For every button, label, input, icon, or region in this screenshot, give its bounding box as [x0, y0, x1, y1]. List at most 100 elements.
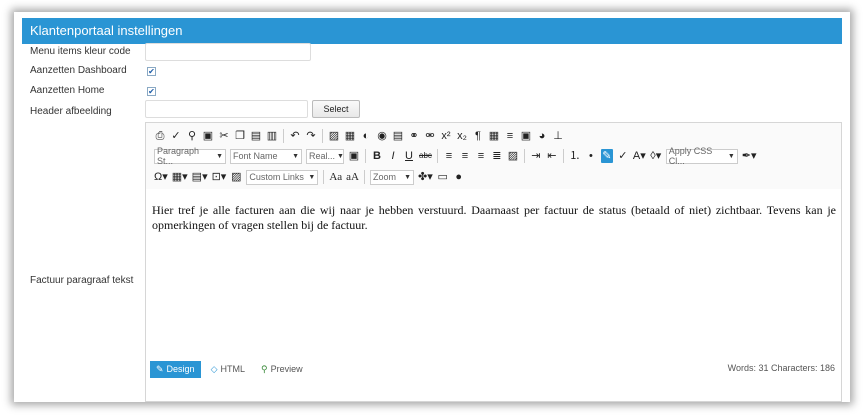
panel-title: Klantenportaal instellingen: [22, 18, 842, 44]
lowercase-icon[interactable]: Aa: [329, 170, 342, 184]
home-checkbox[interactable]: ✔: [147, 87, 156, 96]
font-color-icon[interactable]: A▾: [633, 149, 646, 163]
align-right-icon[interactable]: ≡: [475, 149, 487, 163]
apply-css-dropdown[interactable]: Apply CSS Cl... ▼: [665, 146, 738, 166]
header-image-input[interactable]: [145, 100, 308, 118]
tab-design[interactable]: ✎ Design: [150, 360, 201, 378]
insert-element-icon[interactable]: ⊡▾: [212, 170, 227, 184]
custom-links-value: Custom Links: [249, 172, 304, 182]
italic-icon[interactable]: I: [387, 149, 399, 163]
numbered-list-icon[interactable]: ⒈: [569, 149, 581, 163]
bullet-list-icon[interactable]: •: [585, 149, 597, 163]
date-icon[interactable]: ▦: [488, 129, 500, 143]
horizontal-rule-icon[interactable]: ≡: [504, 129, 516, 143]
unlink-icon[interactable]: ⚮: [424, 129, 436, 143]
separator: [562, 149, 564, 163]
template-icon[interactable]: ▤: [392, 129, 404, 143]
media-icon[interactable]: ◉: [376, 129, 388, 143]
flash-icon[interactable]: ◐: [360, 129, 372, 143]
image-icon[interactable]: ▨: [328, 129, 340, 143]
strikethrough-icon[interactable]: abc: [419, 149, 432, 163]
select-image-button[interactable]: Select: [312, 100, 360, 118]
uppercase-icon[interactable]: aA: [346, 170, 359, 184]
superscript-icon[interactable]: x²: [440, 129, 452, 143]
align-left-icon[interactable]: ≡: [443, 149, 455, 163]
format-image-icon[interactable]: ▣: [348, 149, 360, 163]
home-label: Aanzetten Home: [30, 85, 105, 96]
spellcheck-as-you-type-icon[interactable]: ✓: [617, 149, 629, 163]
paste-icon[interactable]: ▤: [250, 129, 262, 143]
format-painter-icon[interactable]: ✒▾: [742, 149, 757, 163]
toolbar-row-1: ⎙ ✓ ⚲ ▣ ✂ ❐ ▤ ▥ ↶ ↷ ▨ ▦ ◐ ◉ ▤ ⚭ ⚮ x² x₂ …: [154, 126, 564, 146]
spellcheck-icon[interactable]: ✓: [170, 129, 182, 143]
about-icon[interactable]: ●: [453, 170, 465, 184]
cut-icon[interactable]: ✂: [218, 129, 230, 143]
code-icon: ◇: [210, 363, 218, 374]
pencil-icon: ✎: [156, 363, 164, 374]
dashboard-checkbox[interactable]: ✔: [147, 67, 156, 76]
font-name-value: Font Name: [233, 151, 278, 161]
separator: [323, 170, 325, 184]
tab-html[interactable]: ◇ HTML: [205, 361, 251, 378]
document-icon[interactable]: ▦: [344, 129, 356, 143]
select-all-icon[interactable]: ▣: [202, 129, 214, 143]
invoice-text-label: Factuur paragraaf tekst: [30, 275, 134, 286]
table-icon[interactable]: ▦▾: [172, 170, 188, 184]
chevron-down-icon: ▼: [404, 173, 411, 181]
font-size-value: Real...: [309, 151, 336, 161]
word-count: Words: 31 Characters: 186: [727, 363, 835, 373]
table-properties-icon[interactable]: ▤▾: [192, 170, 208, 184]
outdent-icon[interactable]: ⇤: [546, 149, 558, 163]
chevron-down-icon: ▼: [337, 152, 344, 160]
form-icon[interactable]: ▣: [520, 129, 532, 143]
justify-none-icon[interactable]: ▨: [507, 149, 519, 163]
link-icon[interactable]: ⚭: [408, 129, 420, 143]
image-manager-icon[interactable]: ▨: [230, 170, 242, 184]
chevron-down-icon: ▼: [308, 173, 316, 181]
separator: [436, 149, 438, 163]
paragraph-style-dropdown[interactable]: Paragraph St... ▼: [154, 146, 226, 166]
paragraph-style-value: Paragraph St...: [157, 146, 200, 166]
custom-links-dropdown[interactable]: Custom Links ▼: [246, 169, 319, 185]
format-toggle-icon[interactable]: ✎: [600, 149, 613, 163]
indent-icon[interactable]: ⇥: [530, 149, 542, 163]
paragraph-icon[interactable]: ¶: [472, 129, 484, 143]
find-icon[interactable]: ⚲: [186, 129, 198, 143]
menu-color-input[interactable]: [145, 43, 311, 61]
globe-icon[interactable]: ◕: [536, 129, 548, 143]
clean-icon[interactable]: ⊥: [552, 129, 564, 143]
bold-icon[interactable]: B: [371, 149, 383, 163]
copy-icon[interactable]: ❐: [234, 129, 246, 143]
zoom-value: Zoom: [373, 172, 397, 182]
dashboard-label: Aanzetten Dashboard: [30, 65, 127, 76]
justify-icon[interactable]: ≣: [491, 149, 503, 163]
underline-icon[interactable]: U: [403, 149, 415, 163]
separator: [365, 149, 366, 163]
editor-toolbar: ⎙ ✓ ⚲ ▣ ✂ ❐ ▤ ▥ ↶ ↷ ▨ ▦ ◐ ◉ ▤ ⚭ ⚮ x² x₂ …: [146, 123, 841, 189]
undo-icon[interactable]: ↶: [289, 129, 301, 143]
font-name-dropdown[interactable]: Font Name ▼: [230, 148, 302, 164]
modules-icon[interactable]: ✤▾: [418, 170, 433, 184]
special-character-icon[interactable]: Ω▾: [154, 170, 168, 184]
chevron-down-icon: ▼: [292, 152, 299, 160]
align-center-icon[interactable]: ≡: [459, 149, 471, 163]
subscript-icon[interactable]: x₂: [456, 129, 468, 143]
tab-design-label: Design: [166, 364, 195, 374]
paste-special-icon[interactable]: ▥: [266, 129, 278, 143]
redo-icon[interactable]: ↷: [305, 129, 317, 143]
separator: [283, 129, 284, 143]
header-image-label: Header afbeelding: [30, 106, 112, 117]
editor-content[interactable]: Hier tref je alle facturen aan die wij n…: [152, 203, 836, 233]
editor-footer: ✎ Design ◇ HTML ⚲ Preview Words: 31 Charact…: [146, 359, 841, 379]
zoom-dropdown[interactable]: Zoom ▼: [370, 169, 414, 185]
chevron-down-icon: ▼: [216, 152, 223, 160]
print-icon[interactable]: ⎙: [154, 129, 166, 143]
apply-css-value: Apply CSS Cl...: [668, 146, 713, 166]
tab-preview[interactable]: ⚲ Preview: [255, 361, 309, 378]
preview-monitor-icon[interactable]: ▭: [437, 170, 449, 184]
highlight-color-icon[interactable]: ◊▾: [650, 149, 662, 163]
tab-html-label: HTML: [220, 364, 245, 374]
tab-preview-label: Preview: [270, 364, 303, 374]
font-size-dropdown[interactable]: Real... ▼: [306, 148, 344, 164]
toolbar-row-3: Ω▾ ▦▾ ▤▾ ⊡▾ ▨ Custom Links ▼ Aa aA Zoom ▼ …: [154, 167, 465, 187]
